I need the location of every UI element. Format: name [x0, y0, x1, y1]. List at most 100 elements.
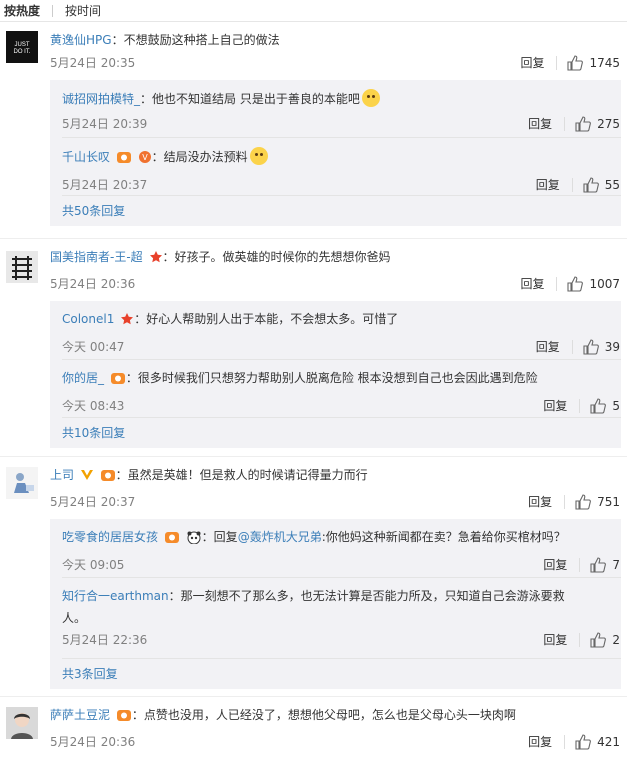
more-replies-link[interactable]: 共50条回复 [62, 196, 621, 226]
reply-button[interactable]: 回复 [543, 556, 567, 574]
mention-link[interactable]: @轰炸机大兄弟 [238, 530, 322, 544]
divider [556, 56, 558, 70]
reply-username[interactable]: 你的居_ [62, 371, 104, 385]
reply-button[interactable]: 回复 [528, 733, 552, 751]
thumbs-up-icon [590, 632, 607, 648]
comment-text: ：点赞也没用，人已经没了，想想他父母吧，怎么也是父母心头一块肉啊 [131, 708, 516, 722]
reply-item: Colonel1 ：好心人帮助别人出于本能，不会想太多。可惜了 今天 00:47… [62, 301, 621, 359]
like-button[interactable]: 1007 [567, 275, 620, 293]
comment-item: JUST DO IT. 黄逸仙HPG：不想鼓励这种搭上自己的做法 5月24日 2… [0, 22, 627, 239]
thumbs-up-icon [590, 557, 607, 573]
reply-item: 诚招网拍模特_：他也不知道结局 只是出于善良的本能吧 5月24日 20:39 回… [62, 80, 621, 137]
reply-text-cont: 人。 [62, 611, 87, 625]
comment-text: ：好孩子。做英雄的时候你的先想想你爸妈 [162, 250, 391, 264]
comment-time: 5月24日 20:36 [50, 735, 136, 749]
reply-item: 知行合一earthman：那一刻想不了那么多，也无法计算是否能力所及，只知道自己… [62, 578, 621, 658]
like-count: 275 [597, 117, 620, 131]
thumbs-up-icon [575, 116, 591, 132]
comment-time: 5月24日 20:35 [50, 56, 136, 70]
like-count: 5 [612, 399, 620, 413]
reply-time: 今天 00:47 [62, 340, 125, 354]
comment-username[interactable]: 上司 [50, 468, 74, 482]
avatar[interactable] [6, 467, 38, 499]
sort-tabs: 按热度 按时间 [0, 0, 627, 22]
like-button[interactable]: 1745 [567, 54, 620, 72]
comment-time: 5月24日 20:36 [50, 277, 136, 291]
comment-text: ：不想鼓励这种搭上自己的做法 [111, 33, 280, 47]
verified-v-icon [80, 468, 94, 487]
comment-item: 萨萨土豆泥 ：点赞也没用，人已经没了，想想他父母吧，怎么也是父母心头一块肉啊 5… [0, 697, 627, 761]
avatar[interactable] [6, 707, 38, 739]
like-button[interactable]: 751 [575, 493, 620, 511]
comment-content: 黄逸仙HPG：不想鼓励这种搭上自己的做法 [50, 31, 627, 49]
sad-face-emoji-icon [361, 89, 380, 107]
reply-time: 5月24日 20:37 [62, 178, 148, 192]
comment-text: ：虽然是英雄！但是救人的时候请记得量力而行 [115, 468, 368, 482]
like-button[interactable]: 2 [590, 631, 620, 649]
like-count: 2 [612, 633, 620, 647]
reply-time: 今天 09:05 [62, 558, 125, 572]
panda-icon [186, 530, 202, 549]
smile-emoji-icon [249, 147, 268, 165]
like-button[interactable]: 275 [575, 115, 620, 133]
reply-text-cont: :你他妈这种新闻都在卖？急着给你买棺材吗？ [321, 530, 566, 544]
reply-button[interactable]: 回复 [528, 115, 552, 133]
reply-button[interactable]: 回复 [536, 338, 560, 356]
thumbs-up-icon [567, 55, 584, 71]
vip-badge-icon [110, 371, 126, 390]
reply-text: ：回复 [201, 530, 238, 544]
vip-badge-icon [116, 708, 132, 727]
like-button[interactable]: 39 [583, 338, 620, 356]
comment-username[interactable]: 萨萨土豆泥 [50, 708, 110, 722]
vip-badge-icon [116, 150, 132, 169]
like-button[interactable]: 7 [590, 556, 620, 574]
reply-button[interactable]: 回复 [520, 54, 544, 72]
tab-sort-by-hot[interactable]: 按热度 [4, 2, 40, 19]
star-badge-icon [120, 312, 134, 331]
reply-text: ：好心人帮助别人出于本能，不会想太多。可惜了 [134, 312, 399, 326]
svg-text:V: V [142, 153, 148, 162]
reply-button[interactable]: 回复 [536, 176, 560, 194]
comment-content: 萨萨土豆泥 ：点赞也没用，人已经没了，想想他父母吧，怎么也是父母心头一块肉啊 [50, 706, 627, 727]
avatar[interactable]: JUST DO IT. [6, 31, 38, 63]
replies-box: Colonel1 ：好心人帮助别人出于本能，不会想太多。可惜了 今天 00:47… [50, 301, 621, 448]
reply-text: ：他也不知道结局 只是出于善良的本能吧 [140, 92, 360, 106]
reply-username[interactable]: 千山长叹 [62, 150, 110, 164]
tab-divider [52, 4, 54, 17]
star-badge-icon [149, 250, 163, 269]
svg-text:DO IT.: DO IT. [13, 49, 30, 55]
reply-button[interactable]: 回复 [543, 631, 567, 649]
comment-time: 5月24日 20:37 [50, 495, 136, 509]
reply-username[interactable]: Colonel1 [62, 312, 114, 326]
member-badge-icon: V [138, 150, 152, 169]
reply-username[interactable]: 知行合一earthman [62, 589, 169, 603]
comment-content: 国美指南者-王-超 ：好孩子。做英雄的时候你的先想想你爸妈 [50, 248, 627, 269]
like-button[interactable]: 5 [590, 397, 620, 415]
like-button[interactable]: 55 [583, 176, 620, 194]
thumbs-up-icon [575, 494, 591, 510]
replies-box: 吃零食的居居女孩 ：回复@轰炸机大兄弟:你他妈这种新闻都在卖？急着给你买棺材吗？… [50, 519, 621, 689]
comment-username[interactable]: 国美指南者-王-超 [50, 250, 143, 264]
reply-text: ：那一刻想不了那么多，也无法计算是否能力所及，只知道自己会游泳要救 [168, 589, 565, 603]
comment-item: 上司 ：虽然是英雄！但是救人的时候请记得量力而行 5月24日 20:37 回复 … [0, 457, 627, 697]
reply-time: 今天 08:43 [62, 399, 125, 413]
thumbs-up-icon [583, 339, 599, 355]
reply-time: 5月24日 22:36 [62, 633, 148, 647]
thumbs-up-icon [590, 398, 607, 414]
more-replies-link[interactable]: 共3条回复 [62, 659, 621, 689]
thumbs-up-icon [583, 177, 599, 193]
vip-badge-icon [100, 468, 116, 487]
comment-content: 上司 ：虽然是英雄！但是救人的时候请记得量力而行 [50, 466, 627, 487]
more-replies-link[interactable]: 共10条回复 [62, 418, 621, 448]
replies-box: 诚招网拍模特_：他也不知道结局 只是出于善良的本能吧 5月24日 20:39 回… [50, 80, 621, 226]
reply-button[interactable]: 回复 [528, 493, 552, 511]
tab-sort-by-time[interactable]: 按时间 [65, 2, 101, 19]
comment-username[interactable]: 黄逸仙HPG [50, 33, 112, 47]
reply-button[interactable]: 回复 [543, 397, 567, 415]
reply-button[interactable]: 回复 [520, 275, 544, 293]
reply-text: ：结局没办法预料 [151, 150, 248, 164]
reply-username[interactable]: 吃零食的居居女孩 [62, 530, 158, 544]
reply-username[interactable]: 诚招网拍模特_ [62, 92, 140, 106]
avatar[interactable] [6, 251, 38, 283]
like-button[interactable]: 421 [575, 733, 620, 751]
